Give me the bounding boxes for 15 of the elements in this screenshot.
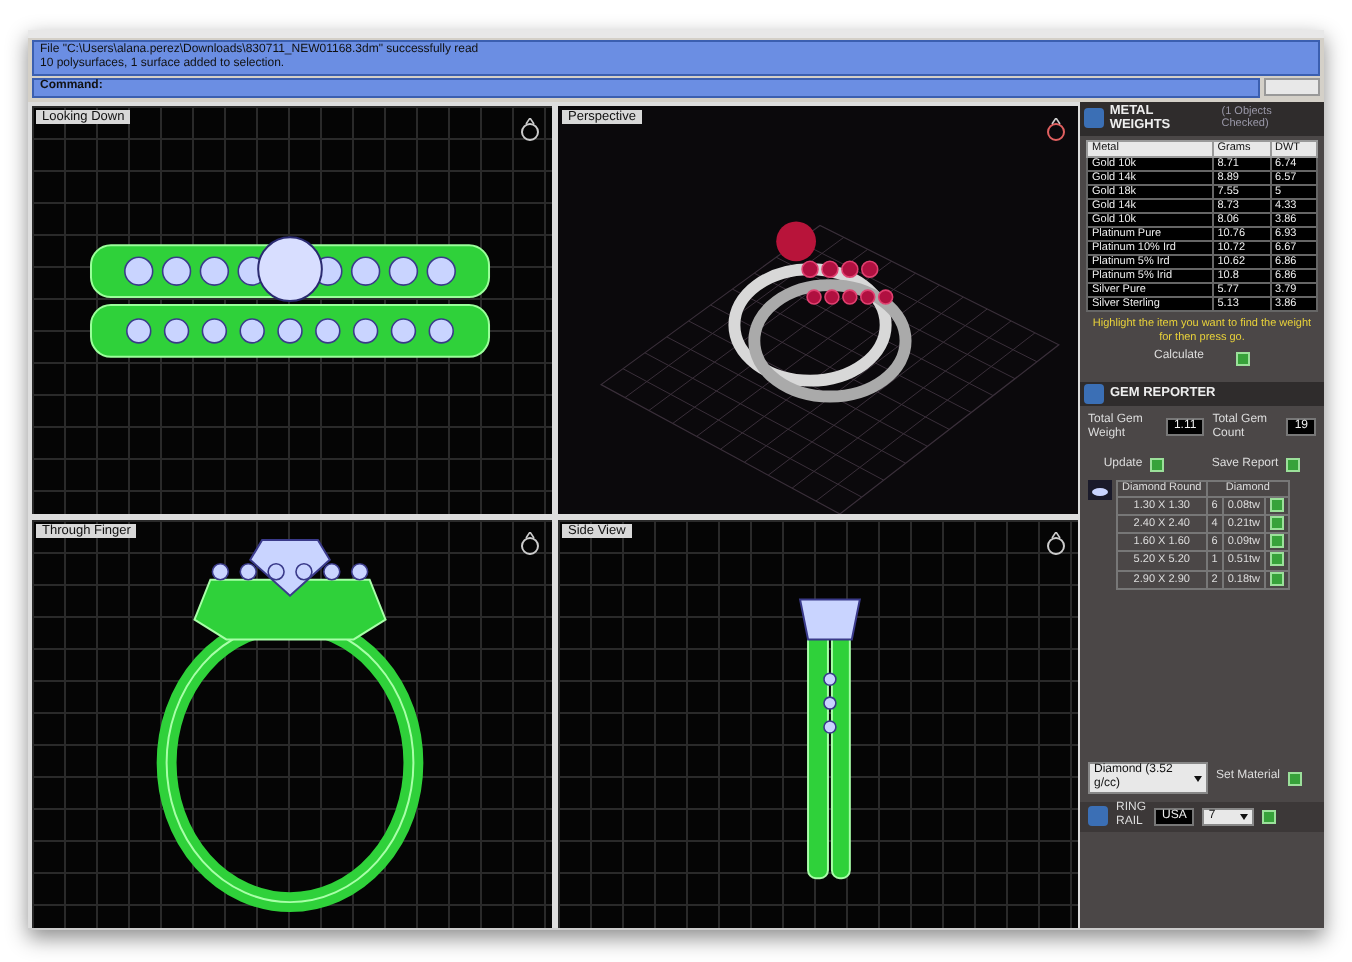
ring-icon[interactable] [1046, 531, 1066, 556]
go-button[interactable] [1236, 351, 1250, 366]
caret-icon [1194, 775, 1202, 781]
ring-icon[interactable] [1046, 117, 1066, 142]
gem-icon [1088, 480, 1112, 501]
ring-icon[interactable] [520, 117, 540, 142]
caret-icon [1240, 813, 1249, 820]
apply-button[interactable] [1262, 809, 1277, 824]
save-report-button[interactable] [1286, 458, 1301, 473]
ring-icon[interactable] [520, 531, 540, 556]
set-material-button[interactable] [1288, 771, 1303, 785]
ring-rail-icon [1088, 806, 1108, 827]
panel-icon [1084, 108, 1104, 129]
update-button[interactable] [1150, 458, 1165, 473]
panel-icon [1084, 383, 1104, 404]
